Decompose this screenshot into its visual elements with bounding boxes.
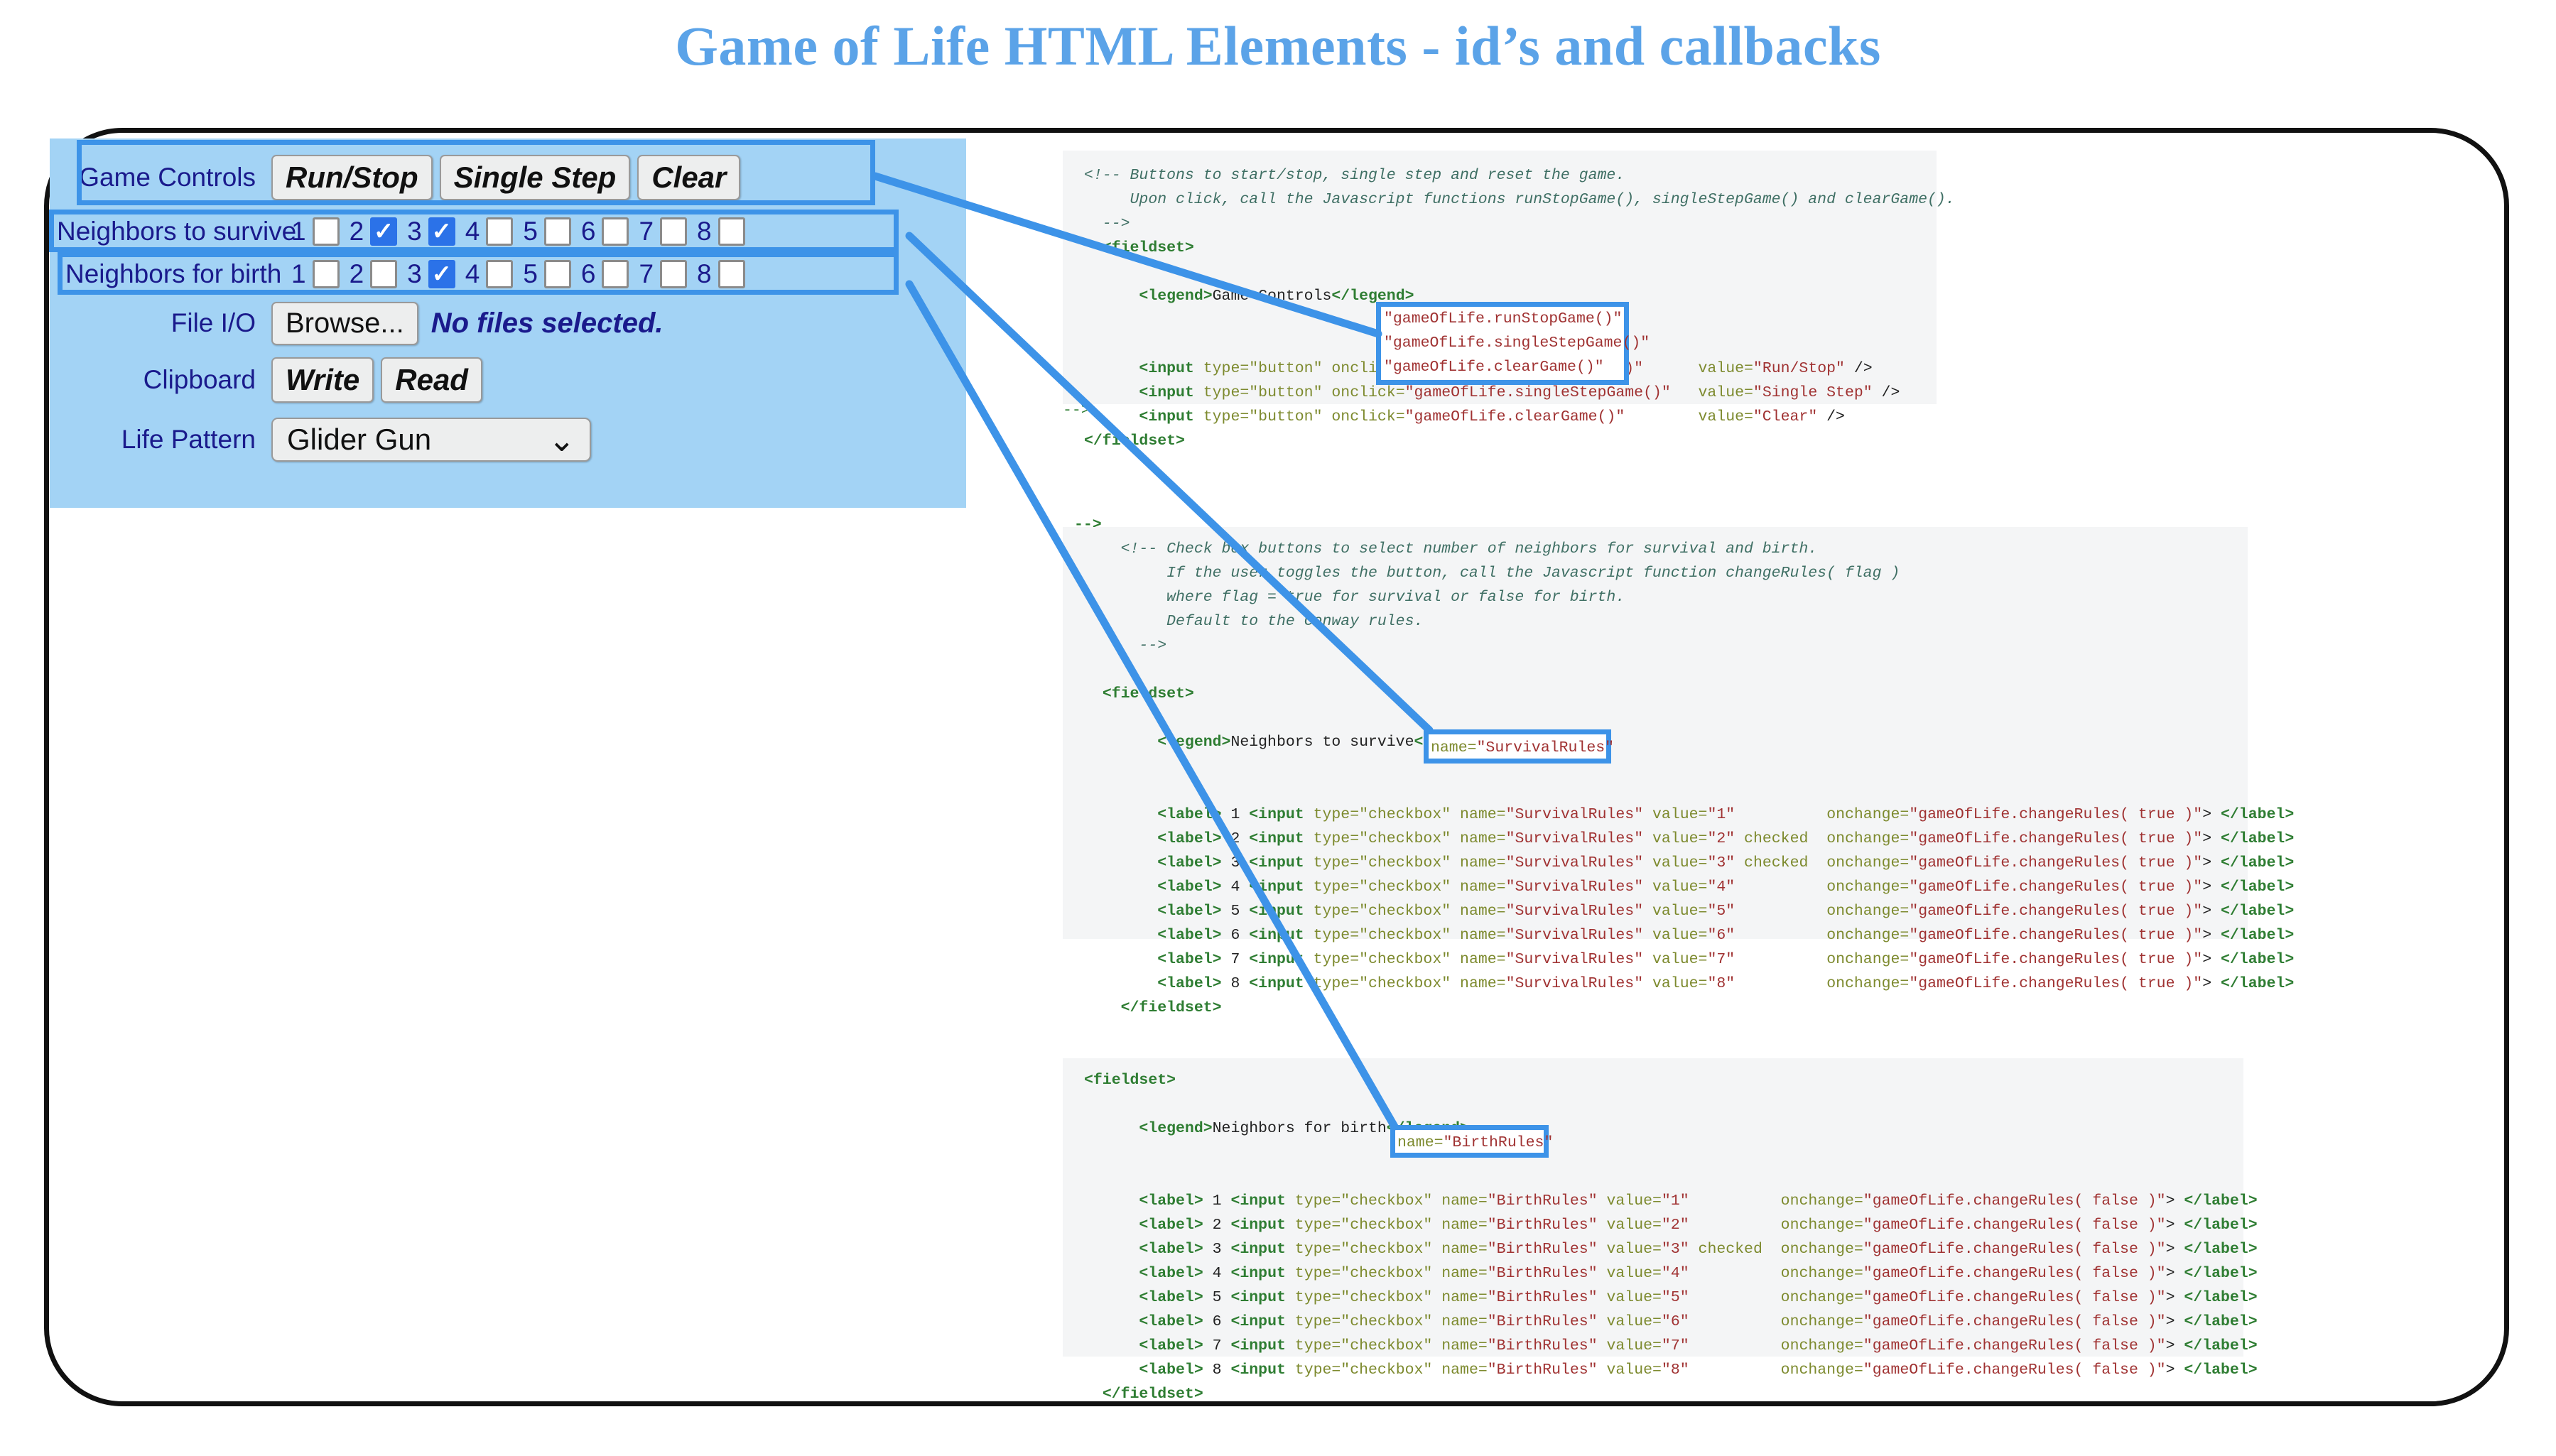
- survive-number-7: 7: [639, 217, 654, 246]
- birth-checkbox-5[interactable]: [543, 260, 571, 288]
- row-game-controls: Game Controls Run/Stop Single Step Clear: [78, 146, 874, 210]
- survive-checkbox-7[interactable]: [660, 217, 688, 246]
- row-neighbors-to-survive: Neighbors to survive 1 2 ✓ 3 ✓ 4 5 6 7 8: [50, 213, 899, 250]
- run-stop-button[interactable]: Run/Stop: [271, 155, 433, 200]
- clipboard-write-button[interactable]: Write: [271, 357, 374, 403]
- birth-number-1: 1: [291, 259, 306, 288]
- code-block-birth-rules: <fieldset> <legend>Neighbors for birth</…: [1063, 1058, 2258, 1403]
- row-life-pattern: Life Pattern Glider Gun ⌄: [78, 414, 874, 465]
- birth-number-5: 5: [523, 259, 538, 288]
- game-of-life-control-panel: Game Controls Run/Stop Single Step Clear…: [49, 138, 966, 508]
- life-pattern-selected-value: Glider Gun: [287, 423, 432, 456]
- survive-number-4: 4: [465, 217, 480, 246]
- survive-checkbox-5[interactable]: [543, 217, 571, 246]
- clear-button[interactable]: Clear: [637, 155, 741, 200]
- birth-checkbox-8[interactable]: [717, 260, 745, 288]
- clipboard-label: Clipboard: [143, 365, 256, 394]
- life-pattern-label: Life Pattern: [121, 425, 256, 454]
- birth-checkbox-2[interactable]: [370, 260, 398, 288]
- highlight-birth-rules-name-text: name="BirthRules": [1397, 1134, 1554, 1151]
- birth-number-6: 6: [580, 259, 596, 288]
- page-title: Game of Life HTML Elements - id’s and ca…: [675, 15, 1881, 77]
- survive-checkbox-4[interactable]: [486, 217, 514, 246]
- row-clipboard: Clipboard Write Read: [78, 352, 874, 408]
- survive-checkbox-2[interactable]: ✓: [370, 217, 398, 246]
- birth-number-7: 7: [639, 259, 654, 288]
- survive-number-6: 6: [580, 217, 596, 246]
- birth-checkbox-6[interactable]: [602, 260, 629, 288]
- browse-button[interactable]: Browse...: [271, 301, 418, 345]
- clipboard-read-button[interactable]: Read: [381, 357, 482, 403]
- birth-checkbox-group: 1 2 3 ✓ 4 5 6 7 8: [291, 259, 745, 289]
- survive-number-1: 1: [291, 217, 306, 246]
- birth-number-2: 2: [349, 259, 364, 288]
- survive-checkbox-1[interactable]: [312, 217, 340, 246]
- birth-number-8: 8: [697, 259, 712, 288]
- code-block-survival-rules: <!-- Check box buttons to select number …: [1063, 527, 2294, 1016]
- file-io-label: File I/O: [170, 308, 256, 337]
- single-step-button[interactable]: Single Step: [439, 155, 631, 200]
- highlight-onclick-callbacks-text: "gameOfLife.runStopGame()" "gameOfLife.s…: [1384, 310, 1650, 376]
- survive-checkbox-group: 1 2 ✓ 3 ✓ 4 5 6 7 8: [291, 217, 745, 246]
- survive-number-3: 3: [407, 217, 422, 246]
- neighbors-to-survive-label: Neighbors to survive: [57, 217, 297, 246]
- birth-checkbox-7[interactable]: [660, 260, 688, 288]
- birth-checkbox-3[interactable]: ✓: [428, 260, 455, 288]
- survive-checkbox-6[interactable]: [602, 217, 629, 246]
- birth-checkbox-4[interactable]: [486, 260, 514, 288]
- neighbors-for-birth-label: Neighbors for birth: [65, 259, 282, 288]
- file-status-text: No files selected.: [430, 307, 664, 339]
- survive-checkbox-3[interactable]: ✓: [428, 217, 455, 246]
- birth-number-3: 3: [407, 259, 422, 288]
- row-file-io: File I/O Browse... No files selected.: [78, 300, 874, 346]
- survive-number-2: 2: [349, 217, 364, 246]
- survive-number-5: 5: [523, 217, 538, 246]
- survive-number-8: 8: [697, 217, 712, 246]
- game-controls-label: Game Controls: [79, 163, 256, 192]
- stray-fragment-1: -->: [1063, 402, 1090, 419]
- chevron-down-icon: ⌄: [548, 420, 575, 458]
- birth-checkbox-1[interactable]: [312, 260, 340, 288]
- row-neighbors-for-birth: Neighbors for birth 1 2 3 ✓ 4 5 6 7 8: [58, 256, 899, 293]
- highlight-survival-rules-name-text: name="SurvivalRules": [1431, 739, 1615, 756]
- birth-number-4: 4: [465, 259, 480, 288]
- survive-checkbox-8[interactable]: [717, 217, 745, 246]
- life-pattern-select[interactable]: Glider Gun ⌄: [271, 418, 591, 462]
